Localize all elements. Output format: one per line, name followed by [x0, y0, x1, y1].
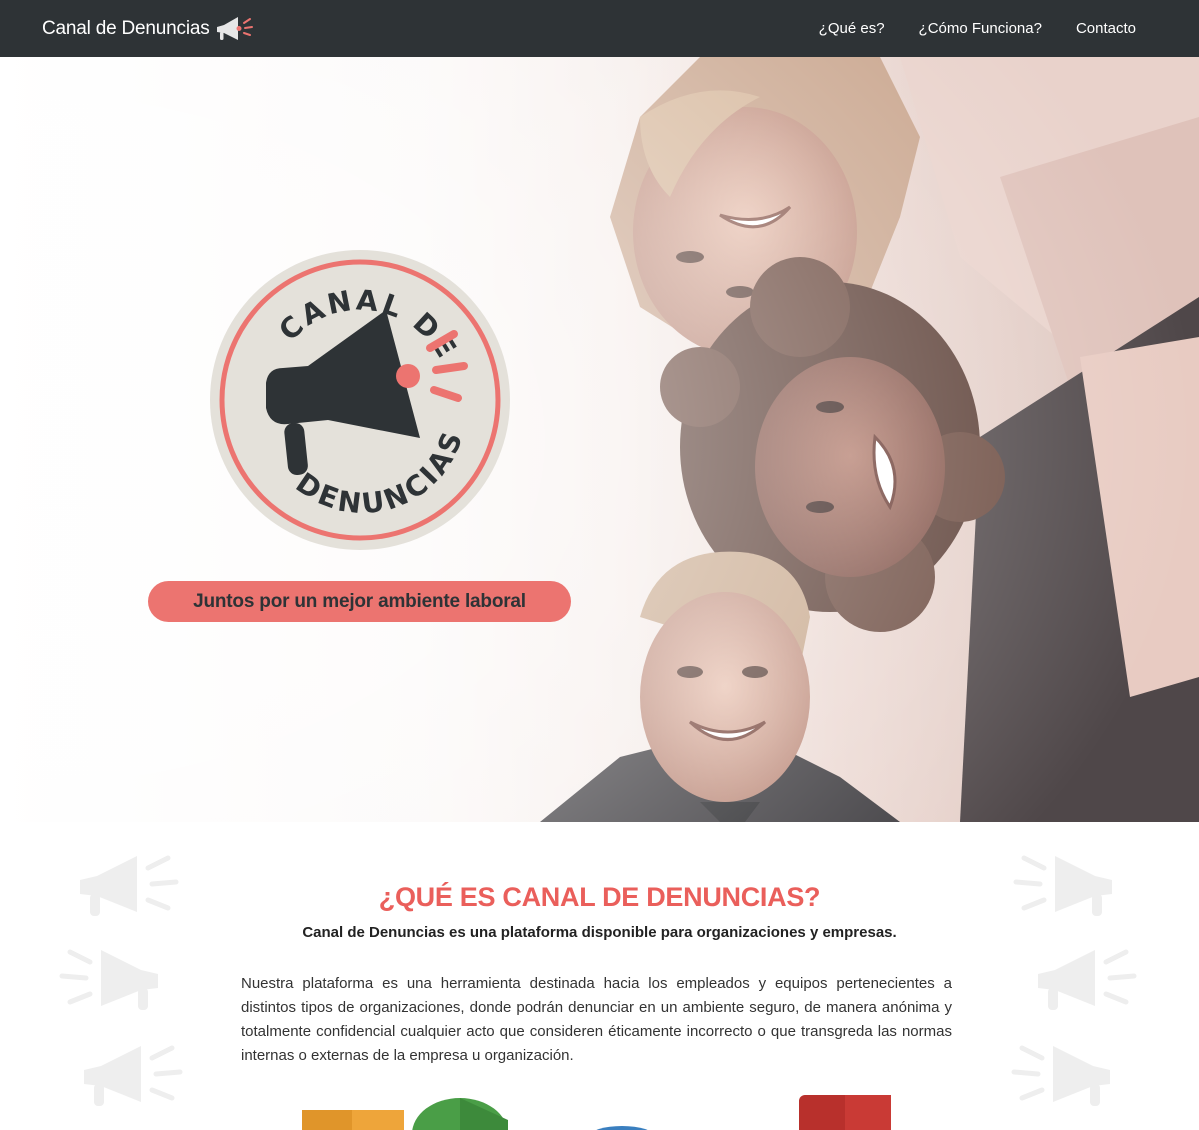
- nav-link-como-funciona[interactable]: ¿Cómo Funciona?: [919, 20, 1042, 37]
- tagline-pill: Juntos por un mejor ambiente laboral: [148, 581, 571, 622]
- nav-link-contacto[interactable]: Contacto: [1076, 20, 1136, 37]
- about-title: ¿QUÉ ES CANAL DE DENUNCIAS?: [378, 882, 821, 912]
- green-speech-bubble-icon: [408, 1092, 512, 1130]
- hero-section: CANAL DE DENUNCIAS Juntos por un mejor a…: [0, 57, 1199, 822]
- feature-illustrations: [302, 1092, 894, 1130]
- hero-photo: [0, 57, 1199, 822]
- hero-logo: CANAL DE DENUNCIAS: [210, 250, 510, 550]
- navbar: Canal de Denuncias ¿Qué es? ¿Cómo Funcio…: [0, 0, 1199, 57]
- decorative-megaphone-icon: [59, 949, 158, 1010]
- red-card-icon: [796, 1092, 894, 1130]
- about-subtitle: Canal de Denuncias es una plataforma dis…: [302, 924, 897, 941]
- blue-shape-icon: [596, 1126, 648, 1130]
- nav-links: ¿Qué es? ¿Cómo Funciona? Contacto: [785, 0, 1136, 57]
- about-body: Nuestra plataforma es una herramienta de…: [241, 975, 952, 1064]
- decorative-megaphone-icon: [1038, 949, 1137, 1010]
- orange-folder-icon: [302, 1110, 404, 1130]
- about-section: ¿QUÉ ES CANAL DE DENUNCIAS? Canal de Den…: [0, 822, 1199, 1130]
- brand-name: Canal de Denuncias: [42, 17, 210, 39]
- brand-link[interactable]: Canal de Denuncias: [42, 0, 256, 57]
- nav-link-que-es[interactable]: ¿Qué es?: [819, 20, 885, 37]
- megaphone-icon: [216, 16, 253, 40]
